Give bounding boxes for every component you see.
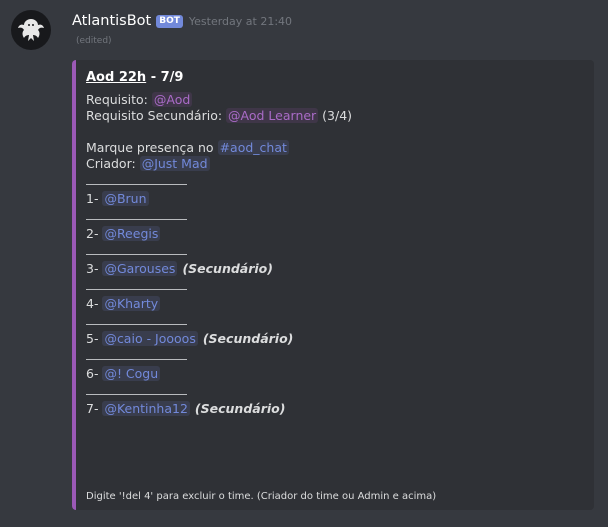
- creator-line: Criador: @Just Mad: [86, 156, 584, 172]
- channel-mention[interactable]: #aod_chat: [217, 140, 289, 155]
- participant-row: 7- @Kentinha12 (Secundário): [86, 401, 584, 417]
- embed-body: Aod 22h - 7/9 Requisito: @Aod Requisito …: [86, 70, 584, 417]
- participant-mention[interactable]: @! Cogu: [102, 366, 161, 381]
- participant-row: 4- @Kharty: [86, 296, 584, 312]
- secondary-requirement-label: Requisito Secundário:: [86, 108, 227, 123]
- participant-mention[interactable]: @Kharty: [102, 296, 161, 311]
- presence-label: Marque presença no: [86, 140, 218, 155]
- participant-mention[interactable]: @Brun: [102, 191, 149, 206]
- dragon-icon: [18, 19, 44, 41]
- embed-footer: Digite '!del 4' para excluir o time. (Cr…: [86, 491, 437, 502]
- participant-number: 7-: [86, 401, 103, 416]
- participant-mention[interactable]: @Reegis: [102, 226, 161, 241]
- bot-badge: BOT: [156, 14, 183, 28]
- creator-label: Criador:: [86, 156, 140, 171]
- username[interactable]: AtlantisBot: [72, 13, 151, 29]
- participant-mention[interactable]: @Kentinha12: [102, 401, 190, 416]
- participant-mention[interactable]: @Garouses: [102, 261, 178, 276]
- secondary-tag: (Secundário): [202, 331, 294, 346]
- timestamp: Yesterday at 21:40: [188, 14, 293, 28]
- secondary-requirement-line: Requisito Secundário: @Aod Learner (3/4): [86, 108, 584, 124]
- participant-row: 5- @caio - Joooos (Secundário): [86, 331, 584, 347]
- embed-title-link[interactable]: Aod 22h: [86, 70, 146, 85]
- embed-title: Aod 22h - 7/9: [86, 70, 584, 86]
- participant-row: 6- @! Cogu: [86, 366, 584, 382]
- requirement-label: Requisito:: [86, 92, 152, 107]
- separator-line: [86, 358, 187, 360]
- role-mention-aod[interactable]: @Aod: [151, 92, 193, 107]
- secondary-tag: (Secundário): [182, 261, 273, 276]
- role-mention-aod-learner[interactable]: @Aod Learner: [226, 108, 319, 123]
- participant-number: 5-: [86, 331, 103, 346]
- separator-line: [86, 253, 187, 255]
- presence-line: Marque presença no #aod_chat: [86, 140, 584, 156]
- secondary-tag: (Secundário): [194, 401, 286, 416]
- edited-label: (edited): [76, 36, 112, 46]
- separator-line: [86, 218, 187, 220]
- participant-list: 1- @Brun 2- @Reegis 3- @Garouses (Secundári…: [86, 183, 584, 417]
- participant-number: 2-: [86, 226, 103, 241]
- embed-title-count: - 7/9: [146, 70, 184, 85]
- participant-row: 1- @Brun: [86, 191, 584, 207]
- embed: Aod 22h - 7/9 Requisito: @Aod Requisito …: [72, 60, 594, 510]
- participant-number: 4-: [86, 296, 103, 311]
- requirement-line: Requisito: @Aod: [86, 92, 584, 108]
- secondary-count: (3/4): [318, 108, 353, 123]
- separator-line: [86, 183, 187, 185]
- participant-mention[interactable]: @caio - Joooos: [102, 331, 198, 346]
- separator-line: [86, 288, 187, 290]
- participant-row: 3- @Garouses (Secundário): [86, 261, 584, 277]
- avatar[interactable]: [11, 10, 51, 50]
- creator-mention[interactable]: @Just Mad: [139, 156, 210, 171]
- participant-number: 6-: [86, 366, 103, 381]
- message-header: AtlantisBot BOT Yesterday at 21:40: [72, 11, 292, 31]
- separator-line: [86, 323, 187, 325]
- embed-accent-bar: [72, 60, 76, 510]
- separator-line: [86, 393, 187, 395]
- participant-number: 1-: [86, 191, 103, 206]
- participant-number: 3-: [86, 261, 103, 276]
- participant-row: 2- @Reegis: [86, 226, 584, 242]
